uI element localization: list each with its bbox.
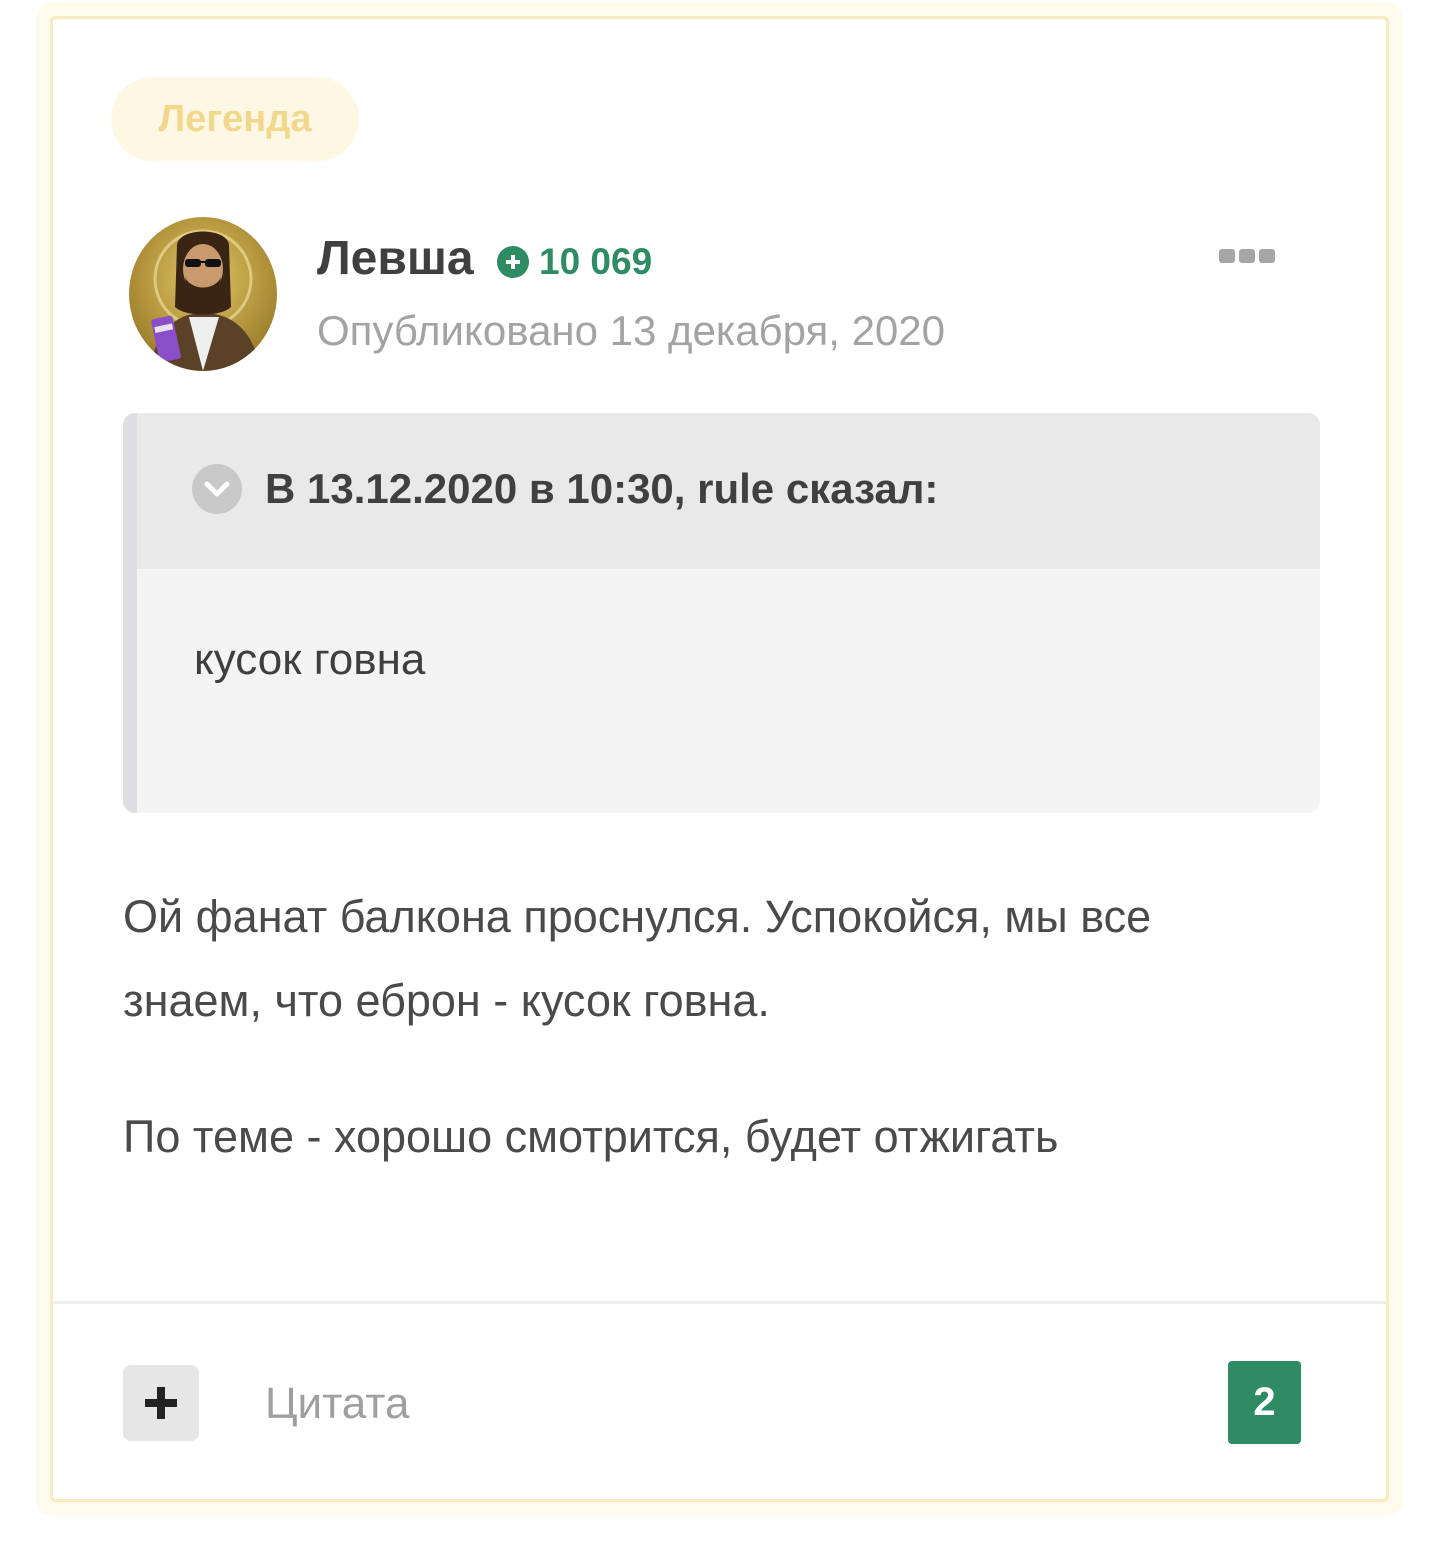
quote-header: В 13.12.2020 в 10:30, rule сказал:: [137, 413, 1320, 569]
post-card: Легенда Левша 10 069 Опубликовано 13 дек…: [50, 16, 1389, 1502]
reputation: 10 069: [497, 241, 652, 283]
plus-circle-icon: [497, 246, 529, 278]
reaction-count-badge[interactable]: 2: [1228, 1361, 1301, 1444]
post-date[interactable]: Опубликовано 13 декабря, 2020: [317, 307, 945, 355]
chevron-down-icon: [204, 481, 230, 497]
quote-text: кусок говна: [194, 635, 426, 684]
more-dot: [1239, 249, 1255, 263]
post-paragraph: Ой фанат балкона проснулся. Успокойся, м…: [123, 891, 1152, 1026]
more-dot: [1259, 249, 1275, 263]
reputation-value: 10 069: [539, 241, 653, 282]
plus-icon: [145, 1387, 177, 1419]
quote-citation[interactable]: В 13.12.2020 в 10:30, rule сказал:: [265, 464, 938, 514]
avatar-image: [129, 217, 277, 371]
avatar[interactable]: [129, 217, 277, 371]
quote-toggle-button[interactable]: [192, 464, 242, 514]
legend-badge: Легенда: [111, 77, 359, 161]
post-paragraph: По теме - хорошо смотрится, будет отжига…: [123, 1111, 1059, 1162]
reaction-count: 2: [1253, 1380, 1276, 1424]
quote-block: В 13.12.2020 в 10:30, rule сказал: кусок…: [123, 413, 1320, 813]
more-horizontal-icon: [1219, 249, 1235, 263]
legend-badge-label: Легенда: [158, 97, 312, 140]
author-name[interactable]: Левша: [317, 231, 474, 286]
add-reaction-button[interactable]: [123, 1365, 199, 1441]
more-options-button[interactable]: [1219, 249, 1275, 263]
footer-divider: [53, 1301, 1386, 1304]
quote-button[interactable]: Цитата: [265, 1379, 409, 1429]
